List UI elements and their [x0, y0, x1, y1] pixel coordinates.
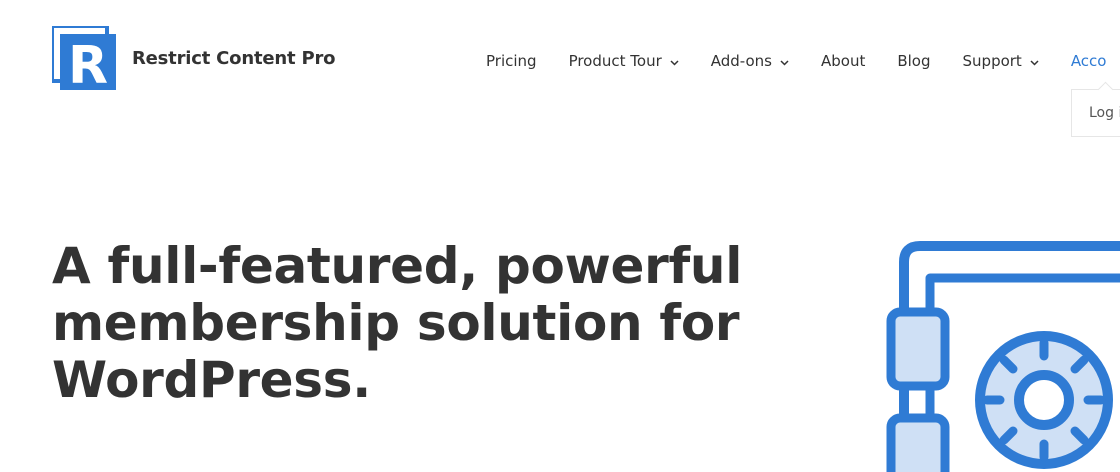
nav-item-label: Blog — [897, 52, 931, 70]
nav-item-label: Add-ons — [710, 52, 772, 70]
nav-item-blog[interactable]: Blog — [881, 52, 946, 70]
nav-item-label: About — [820, 52, 866, 70]
vault-safe-icon — [870, 232, 1120, 472]
hero-headline-line: A full-featured, powerful — [52, 237, 743, 295]
nav-item-add-ons[interactable]: Add-ons — [695, 52, 805, 70]
brand-name: Restrict Content Pro — [132, 47, 336, 69]
nav-item-about[interactable]: About — [805, 52, 881, 70]
nav-item-support[interactable]: Support — [947, 52, 1055, 70]
chevron-down-icon — [670, 52, 679, 70]
nav-item-pricing[interactable]: Pricing — [470, 52, 553, 70]
chevron-down-icon — [1030, 52, 1039, 70]
rcp-logo-icon: R — [52, 26, 116, 90]
nav-item-label: Product Tour — [568, 52, 662, 70]
nav-item-label: Acco — [1070, 52, 1107, 70]
dropdown-item-login[interactable]: Log i — [1089, 105, 1120, 121]
hero-headline: A full-featured, powerful membership sol… — [52, 238, 752, 409]
nav-item-label: Pricing — [486, 52, 537, 70]
nav-item-product-tour[interactable]: Product Tour — [553, 52, 695, 70]
hero-headline-line: membership solution for — [52, 294, 740, 352]
brand-logo[interactable]: R Restrict Content Pro — [52, 26, 336, 90]
chevron-down-icon — [780, 52, 789, 70]
hero-headline-line: WordPress. — [52, 351, 371, 409]
nav-item-label: Support — [962, 52, 1022, 70]
account-dropdown: Log i — [1071, 89, 1120, 137]
svg-text:R: R — [68, 36, 108, 90]
nav-item-account[interactable]: Acco — [1055, 52, 1120, 70]
main-nav: Pricing Product Tour Add-ons About Blog … — [470, 50, 1120, 72]
